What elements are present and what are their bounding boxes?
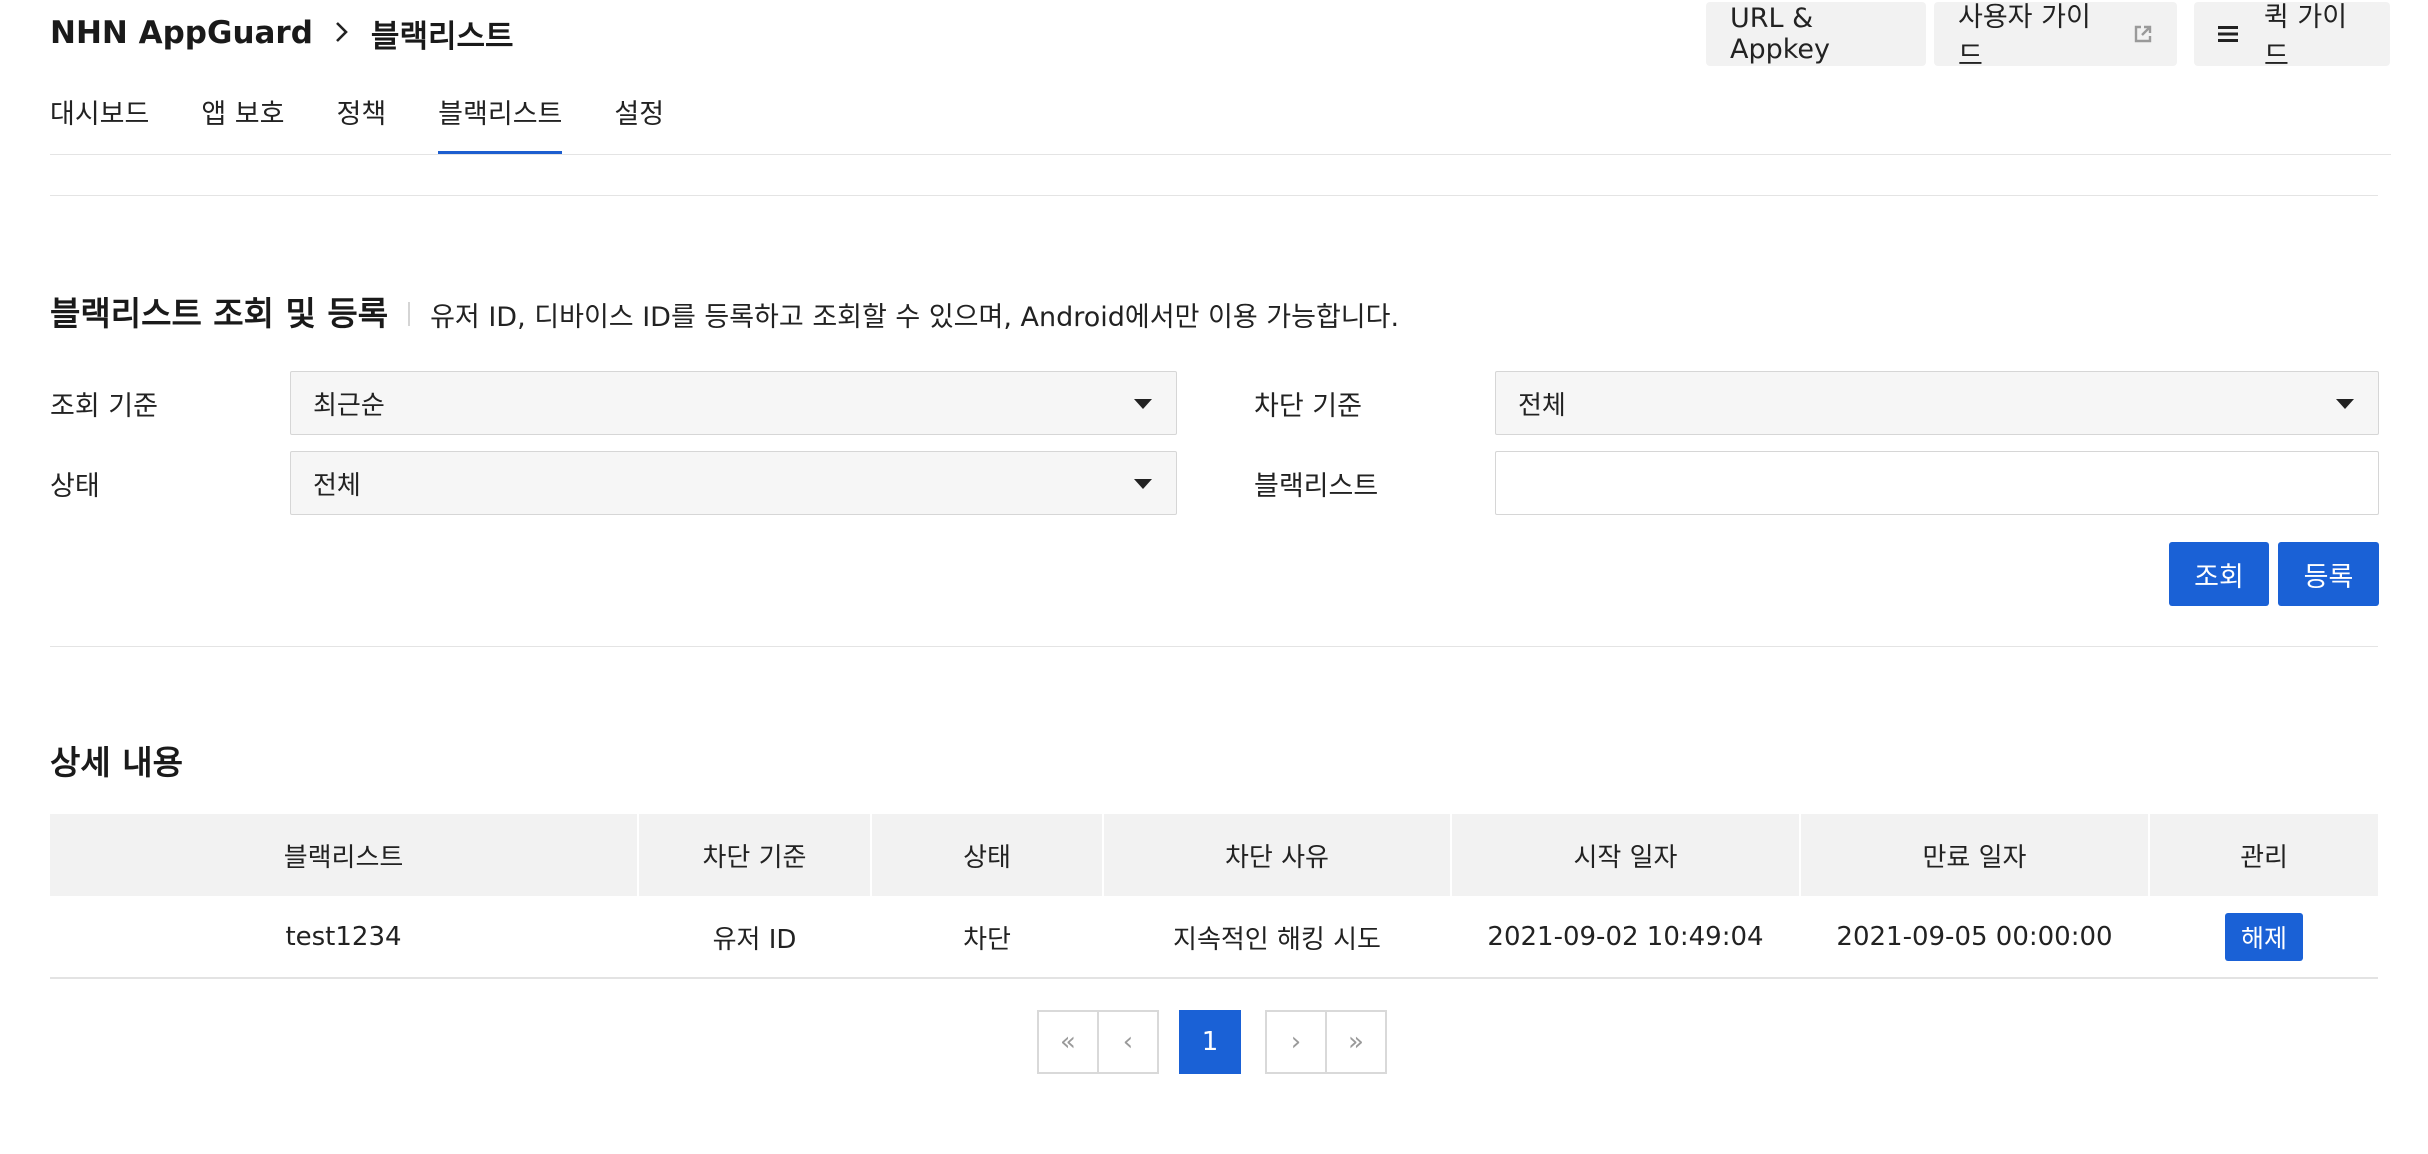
- next-page-button[interactable]: ›: [1265, 1010, 1327, 1074]
- search-section-title: 블랙리스트 조회 및 등록: [50, 294, 389, 333]
- detail-section-title: 상세 내용: [50, 743, 183, 782]
- external-link-icon: [2133, 24, 2153, 44]
- sort-label: 조회 기준: [50, 391, 158, 422]
- breadcrumb-chevron-icon: [335, 16, 349, 51]
- quick-guide-button[interactable]: 퀵 가이드: [2194, 2, 2390, 72]
- column-header-block-type: 차단 기준: [702, 842, 807, 873]
- status-select[interactable]: 전체: [290, 451, 1177, 515]
- column-header-start-date: 시작 일자: [1573, 842, 1678, 873]
- tab-blacklist[interactable]: 블랙리스트: [438, 92, 563, 154]
- breadcrumb: NHN AppGuard 블랙리스트: [50, 10, 514, 56]
- caret-down-icon: [1134, 479, 1152, 489]
- url-appkey-button[interactable]: URL & Appkey: [1706, 2, 1926, 66]
- hamburger-menu-icon: [2218, 25, 2238, 43]
- blacklist-label: 블랙리스트: [1254, 471, 1379, 502]
- caret-down-icon: [1134, 399, 1152, 409]
- cell-start-date: 2021-09-02 10:49:04: [1487, 922, 1764, 952]
- url-appkey-label: URL & Appkey: [1730, 3, 1831, 65]
- sort-select-value: 최근순: [313, 390, 385, 421]
- column-header-manage: 관리: [2240, 842, 2288, 873]
- section-divider-2: [50, 646, 2378, 647]
- cell-manage: 해제: [2150, 896, 2378, 978]
- table-row: test1234 유저 ID 차단 지속적인 해킹 시도 2021-09-02 …: [50, 896, 2378, 978]
- status-select-value: 전체: [313, 470, 361, 501]
- app-name: NHN AppGuard: [50, 15, 313, 51]
- column-header-status: 상태: [963, 842, 1011, 873]
- section-divider: [50, 195, 2378, 196]
- search-button[interactable]: 조회: [2169, 542, 2269, 606]
- table-header: 블랙리스트 차단 기준 상태 차단 사유 시작 일자 만료 일자 관리: [50, 814, 2378, 896]
- release-button[interactable]: 해제: [2225, 913, 2303, 961]
- page-1-button[interactable]: 1: [1179, 1010, 1241, 1074]
- cell-blacklist: test1234: [285, 922, 402, 952]
- cell-reason: 지속적인 해킹 시도: [1173, 924, 1381, 955]
- column-header-blacklist: 블랙리스트: [283, 842, 404, 873]
- cell-status: 차단: [963, 924, 1011, 955]
- block-type-select[interactable]: 전체: [1495, 371, 2379, 435]
- search-section-header: 블랙리스트 조회 및 등록 유저 ID, 디바이스 ID를 등록하고 조회할 수…: [50, 286, 1399, 336]
- caret-down-icon: [2336, 399, 2354, 409]
- block-type-select-value: 전체: [1518, 390, 1566, 421]
- page-title: 블랙리스트: [370, 18, 514, 55]
- user-guide-button[interactable]: 사용자 가이드: [1934, 2, 2177, 72]
- prev-page-button[interactable]: ‹: [1097, 1010, 1159, 1074]
- column-header-end-date: 만료 일자: [1922, 842, 2027, 873]
- cell-end-date: 2021-09-05 00:00:00: [1836, 922, 2113, 952]
- sort-select[interactable]: 최근순: [290, 371, 1177, 435]
- last-page-button[interactable]: »: [1325, 1010, 1387, 1074]
- status-label: 상태: [50, 471, 100, 502]
- first-page-button[interactable]: «: [1037, 1010, 1099, 1074]
- search-section-description: 유저 ID, 디바이스 ID를 등록하고 조회할 수 있으며, Android에…: [430, 301, 1400, 333]
- column-header-reason: 차단 사유: [1225, 842, 1329, 873]
- title-divider: [408, 302, 411, 326]
- row-divider: [50, 977, 2378, 979]
- quick-guide-label: 퀵 가이드: [2264, 2, 2348, 72]
- tab-dashboard[interactable]: 대시보드: [50, 92, 149, 154]
- tab-app-protection[interactable]: 앱 보호: [201, 92, 284, 154]
- blacklist-input[interactable]: [1495, 451, 2379, 515]
- tab-policy[interactable]: 정책: [336, 92, 386, 154]
- user-guide-label: 사용자 가이드: [1958, 2, 2091, 72]
- tabs-divider: [50, 154, 2391, 155]
- block-type-label: 차단 기준: [1254, 391, 1362, 422]
- tab-settings[interactable]: 설정: [614, 92, 664, 154]
- register-button[interactable]: 등록: [2278, 542, 2379, 606]
- main-tabs: 대시보드 앱 보호 정책 블랙리스트 설정: [50, 92, 716, 154]
- cell-block-type: 유저 ID: [712, 924, 797, 955]
